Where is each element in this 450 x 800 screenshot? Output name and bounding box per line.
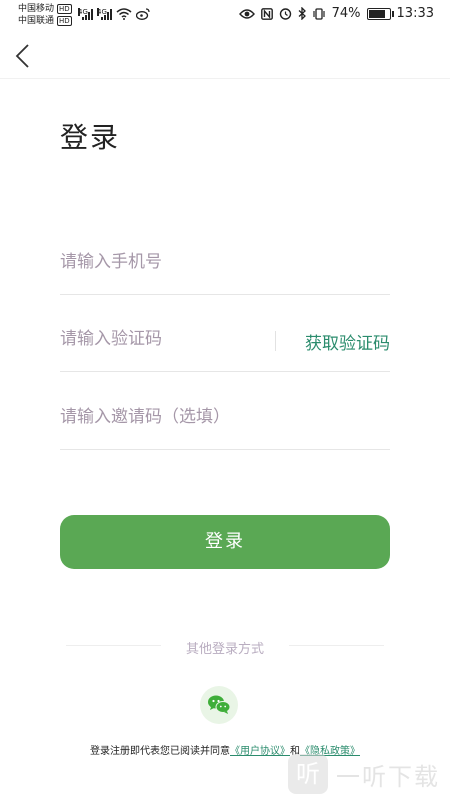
- other-login-divider: 其他登录方式: [60, 636, 390, 657]
- verification-field: 获取验证码: [60, 311, 390, 372]
- phone-input[interactable]: [60, 252, 260, 272]
- alarm-icon: [279, 8, 291, 20]
- watermark-logo: 听: [288, 754, 328, 794]
- back-button[interactable]: [12, 42, 36, 70]
- vibrate-icon: [313, 7, 325, 20]
- battery-level: [368, 9, 385, 18]
- agreement-prefix: 登录注册即代表您已阅读并同意: [90, 746, 230, 757]
- phone-field: [60, 234, 390, 295]
- wechat-icon: [208, 695, 231, 714]
- watermark: 听 一听下载: [288, 754, 440, 794]
- wifi-icon: [116, 8, 132, 20]
- bluetooth-icon: [298, 7, 306, 20]
- network-type: 4G: [78, 8, 88, 16]
- clock-time: 13:33: [396, 6, 434, 21]
- network-type: 4G: [97, 8, 107, 16]
- battery-percent: 74%: [331, 6, 361, 21]
- hd-badge: HD: [57, 4, 72, 14]
- carrier-1-name: 中国移动: [18, 4, 55, 14]
- user-agreement-link[interactable]: 《用户协议》: [230, 746, 290, 757]
- watermark-text: 一听下载: [336, 762, 440, 791]
- weibo-icon: [136, 8, 150, 20]
- login-button[interactable]: 登录: [60, 515, 390, 569]
- nfc-icon: [260, 7, 273, 20]
- carrier-info: 中国移动 HD 中国联通 HD: [18, 3, 72, 27]
- page-title: 登录: [60, 121, 121, 154]
- signal-icon: 4G: [78, 8, 93, 20]
- carrier-2-name: 中国联通: [18, 16, 55, 26]
- eye-icon: [238, 8, 255, 19]
- other-login-label: 其他登录方式: [185, 642, 264, 657]
- invite-field: [60, 389, 390, 450]
- status-bar: 中国移动 HD 中国联通 HD 4G 4G 74% 13:33: [0, 0, 450, 32]
- hd-badge: HD: [57, 16, 72, 26]
- invite-code-input[interactable]: [60, 407, 380, 427]
- signal-icon: 4G: [97, 8, 112, 20]
- field-separator: [275, 331, 276, 351]
- battery-icon: [366, 7, 394, 20]
- chevron-left-icon: [15, 44, 29, 68]
- divider-line: [289, 645, 384, 646]
- get-code-button[interactable]: 获取验证码: [305, 329, 390, 354]
- header-divider: [0, 78, 450, 79]
- wechat-login-button[interactable]: [200, 686, 238, 724]
- verification-code-input[interactable]: [60, 329, 260, 349]
